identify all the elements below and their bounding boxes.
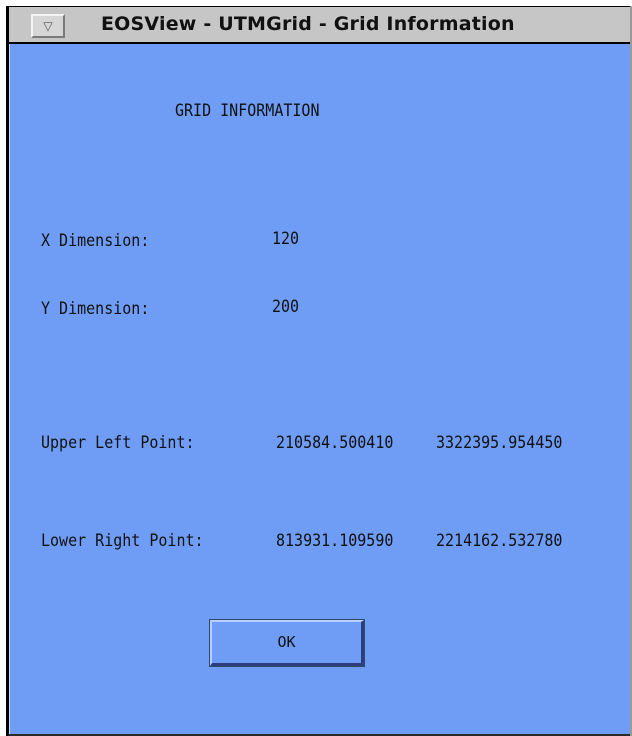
upper-left-y-value: 3322395.954450	[436, 432, 563, 453]
lower-right-x-value: 813931.109590	[276, 530, 394, 551]
ok-button[interactable]: OK	[209, 619, 365, 667]
x-dimension-label: X Dimension:	[41, 230, 150, 251]
y-dimension-label: Y Dimension:	[41, 298, 150, 319]
y-dimension-value: 200	[272, 296, 300, 317]
window-menu-button[interactable]: ▽	[31, 14, 65, 38]
dialog-heading: GRID INFORMATION	[175, 100, 320, 121]
triangle-down-icon: ▽	[43, 19, 53, 33]
lower-right-y-value: 2214162.532780	[436, 530, 563, 551]
grid-information-window: ▽ EOSView - UTMGrid - Grid Information G…	[6, 6, 632, 736]
title-bar[interactable]: ▽ EOSView - UTMGrid - Grid Information	[9, 6, 630, 44]
window-title: EOSView - UTMGrid - Grid Information	[101, 13, 515, 35]
lower-right-label: Lower Right Point:	[41, 530, 204, 551]
upper-left-label: Upper Left Point:	[41, 432, 195, 453]
upper-left-x-value: 210584.500410	[276, 432, 394, 453]
x-dimension-value: 120	[272, 228, 300, 249]
dialog-body: GRID INFORMATION X Dimension: 120 Y Dime…	[9, 44, 630, 736]
